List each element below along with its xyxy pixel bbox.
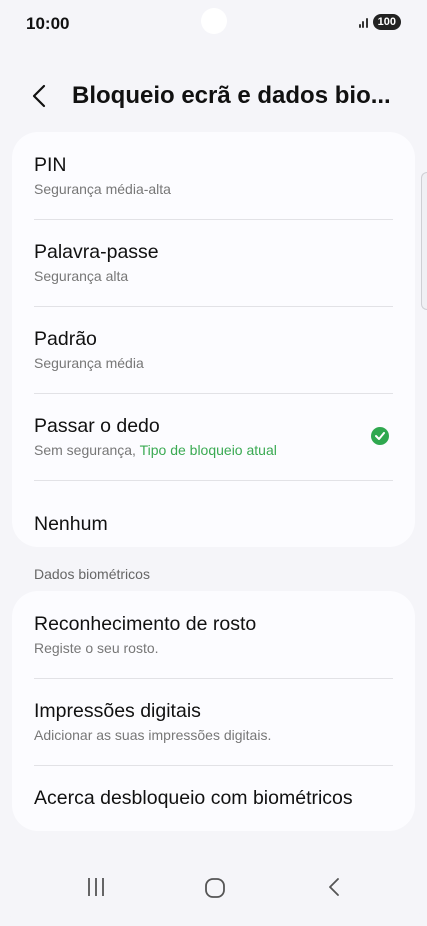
biometrics-card: Reconhecimento de rosto Registe o seu ro… [12, 591, 415, 831]
screen: 10:00 100 Bloqueio ecrã e dados bio... P… [0, 0, 427, 926]
home-icon[interactable] [204, 877, 226, 899]
header: Bloqueio ecrã e dados bio... [0, 76, 427, 116]
status-icons: 100 [358, 14, 401, 30]
lock-option-title: Padrão [34, 328, 97, 350]
lock-option-title: Passar o dedo [34, 415, 160, 437]
section-label-biometrics: Dados biométricos [34, 566, 150, 582]
page-title: Bloqueio ecrã e dados bio... [72, 82, 391, 109]
recents-icon[interactable] [86, 876, 106, 898]
biometric-fingerprints[interactable]: Impressões digitais Adicionar as suas im… [12, 678, 415, 765]
lock-option-subtitle: Segurança média-alta [34, 181, 171, 197]
check-circle-icon [371, 427, 389, 445]
camera-cutout [201, 8, 227, 34]
lock-option-subtitle: Segurança média [34, 355, 144, 371]
biometric-subtitle: Registe o seu rosto. [34, 640, 159, 656]
lock-option-subtitle: Sem segurança, Tipo de bloqueio atual [34, 441, 393, 459]
biometric-face-recognition[interactable]: Reconhecimento de rosto Registe o seu ro… [12, 591, 415, 678]
lock-option-title: Nenhum [34, 512, 108, 535]
lock-option-none[interactable]: Nenhum [12, 480, 415, 547]
back-arrow-icon[interactable] [30, 82, 50, 110]
navigation-bar [0, 856, 427, 926]
biometric-about-unlock[interactable]: Acerca desbloqueio com biométricos [12, 765, 415, 831]
lock-option-title: Palavra-passe [34, 241, 159, 263]
back-icon[interactable] [326, 876, 342, 898]
biometric-subtitle: Adicionar as suas impressões digitais. [34, 727, 272, 743]
battery-icon: 100 [372, 14, 401, 30]
lock-type-card: PIN Segurança média-alta Palavra-passe S… [12, 132, 415, 547]
signal-icon [358, 16, 368, 28]
biometric-title: Impressões digitais [34, 700, 201, 722]
biometric-title: Reconhecimento de rosto [34, 613, 257, 635]
status-bar: 10:00 100 [0, 0, 427, 46]
current-lock-label: Tipo de bloqueio atual [139, 442, 277, 458]
lock-option-title: PIN [34, 154, 67, 176]
lock-option-subtitle: Segurança alta [34, 268, 129, 284]
lock-option-swipe[interactable]: Passar o dedo Sem segurança, Tipo de blo… [12, 393, 415, 480]
biometric-title: Acerca desbloqueio com biométricos [34, 787, 353, 809]
status-time: 10:00 [26, 14, 70, 33]
lock-option-pattern[interactable]: Padrão Segurança média [12, 306, 415, 393]
lock-option-pin[interactable]: PIN Segurança média-alta [12, 132, 415, 219]
subtitle-text: Sem segurança, [34, 442, 140, 458]
lock-option-password[interactable]: Palavra-passe Segurança alta [12, 219, 415, 306]
scroll-indicator[interactable] [421, 172, 427, 310]
